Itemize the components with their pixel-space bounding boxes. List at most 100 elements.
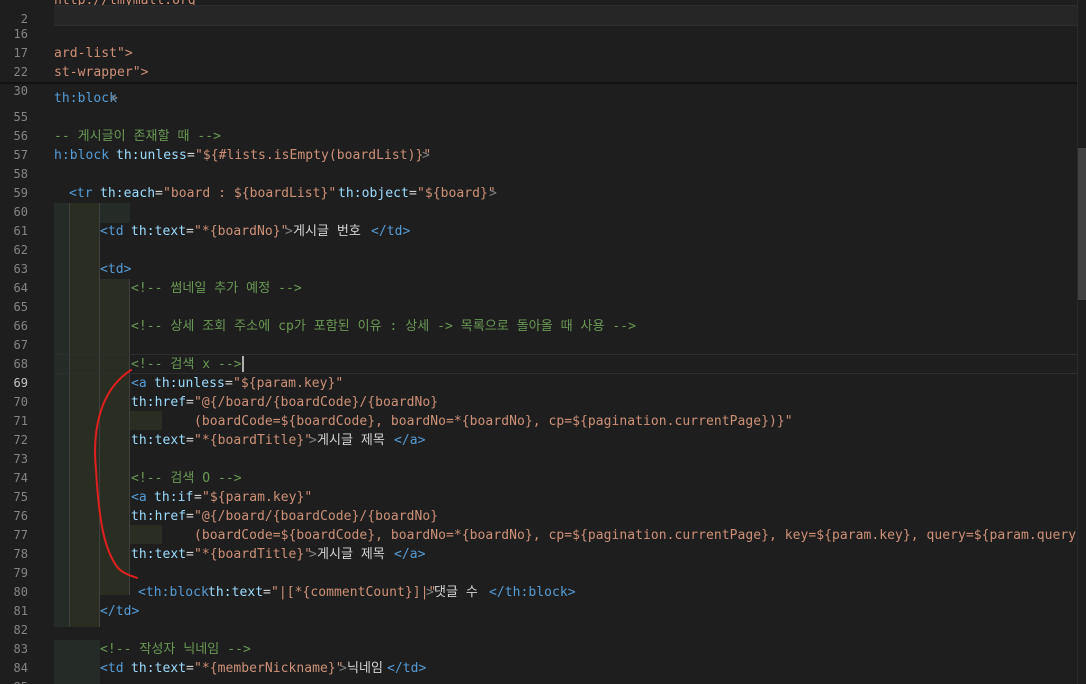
- code-token: =: [263, 585, 271, 600]
- code-string: st-wrapper">: [54, 65, 149, 80]
- code-attribute: th:href: [131, 395, 187, 410]
- code-string: "*{boardTitle}": [194, 547, 313, 562]
- code-attribute: th:if: [154, 490, 194, 505]
- code-text: 닉네임: [347, 661, 384, 676]
- code-line[interactable]: 70 <a th:unless = "${param.key}": [0, 374, 1086, 409]
- code-line[interactable]: 84 <!-- 작성자 닉네임 -->: [0, 640, 1086, 675]
- code-line[interactable]: 74: [0, 450, 1086, 485]
- code-line[interactable]: 82 </td>: [0, 602, 1086, 637]
- sticky-shadow: [0, 82, 1086, 85]
- code-text: 댓글 수: [434, 585, 478, 600]
- code-token: </a>: [394, 547, 426, 562]
- code-token: =: [186, 224, 194, 239]
- code-line[interactable]: 64 <td>: [0, 260, 1086, 295]
- code-attribute: th:unless: [116, 148, 187, 163]
- code-token: <tr: [69, 186, 93, 201]
- code-line[interactable]: 65 <!-- 썸네일 추가 예정 -->: [0, 279, 1086, 314]
- code-token: =: [187, 148, 195, 163]
- code-line[interactable]: 67 <!-- 상세 조회 주소에 cp가 포함된 이유 : 상세 -> 목록으…: [0, 317, 1086, 352]
- code-line[interactable]: 59: [0, 165, 1086, 200]
- code-token: =: [194, 490, 202, 505]
- code-comment: <!-- 썸네일 추가 예정 -->: [131, 281, 302, 296]
- code-comment: <!-- 작성자 닉네임 -->: [100, 642, 251, 657]
- code-attribute: th:unless: [154, 376, 225, 391]
- code-text: 게시글 번호: [293, 224, 361, 239]
- text-cursor: [242, 356, 244, 372]
- code-line[interactable]: 60 <tr th:each = "board : ${boardList}" …: [0, 184, 1086, 219]
- scrollbar-thumb[interactable]: [1078, 148, 1086, 300]
- code-token: <td>: [100, 262, 132, 277]
- code-token: <td: [100, 661, 124, 676]
- code-token: =: [409, 186, 417, 201]
- code-line[interactable]: 78 (boardCode=${boardCode}, boardNo=*{bo…: [0, 526, 1086, 561]
- code-line[interactable]: 56: [0, 108, 1086, 143]
- code-string: "${param.key}": [202, 490, 313, 505]
- code-text: 게시글 제목: [317, 547, 385, 562]
- code-line[interactable]: 80: [0, 564, 1086, 599]
- code-line[interactable]: 76 <a th:if = "${param.key}": [0, 488, 1086, 523]
- code-token: =: [225, 376, 233, 391]
- code-token: >: [489, 186, 497, 201]
- code-line[interactable]: 66: [0, 298, 1086, 333]
- code-line[interactable]: 71 th:href = "@{/board/{boardCode}/{boar…: [0, 393, 1086, 428]
- code-token: <a: [131, 376, 147, 391]
- code-line[interactable]: 77 th:href = "@{/board/{boardCode}/{boar…: [0, 507, 1086, 542]
- code-token: </a>: [394, 433, 426, 448]
- sticky-line[interactable]: 22 ard-list">: [0, 44, 1086, 79]
- code-token: =: [155, 186, 163, 201]
- sticky-scroll-header[interactable]: 2 http://tmymall.org 16 17 22 ard-list">…: [0, 0, 1086, 98]
- code-line[interactable]: 57 -- 게시글이 존재할 때 -->: [0, 127, 1086, 162]
- code-string: (boardCode=${boardCode}, boardNo=*{board…: [194, 528, 1086, 543]
- code-token: >: [422, 148, 430, 163]
- line-number: 85: [0, 678, 28, 684]
- code-token: </th:block>: [489, 585, 576, 600]
- code-token: >: [309, 433, 317, 448]
- code-attribute: th:href: [131, 509, 187, 524]
- code-string: "${board}": [417, 186, 496, 201]
- code-token: </td>: [371, 224, 411, 239]
- code-line[interactable]: 79 th:text = "*{boardTitle}" > 게시글 제목 </…: [0, 545, 1086, 580]
- code-token: >: [426, 585, 434, 600]
- sticky-line[interactable]: 30 st-wrapper">: [0, 63, 1086, 98]
- code-line-active[interactable]: 69 <!-- 검색 x -->: [0, 355, 1086, 390]
- code-line[interactable]: 83: [0, 621, 1086, 656]
- code-line[interactable]: 68: [0, 336, 1086, 371]
- sticky-line[interactable]: 17: [0, 25, 1086, 60]
- code-editor[interactable]: 55 th:block > 56 57 -- 게시글이 존재할 때 --> 58…: [0, 0, 1086, 684]
- code-string: "*{boardNo}": [194, 224, 289, 239]
- code-token: >: [339, 661, 347, 676]
- code-token: >: [309, 547, 317, 562]
- code-line[interactable]: 62 <td th:text = "*{boardNo}" > 게시글 번호 <…: [0, 222, 1086, 257]
- code-line[interactable]: 81 <th:block th:text = "|[*{commentCount…: [0, 583, 1086, 618]
- code-string: "|[*{commentCount}]|": [271, 585, 437, 600]
- code-token: th:block: [54, 91, 118, 106]
- code-comment: -- 게시글이 존재할 때 -->: [54, 129, 221, 144]
- code-text: 게시글 제목: [317, 433, 385, 448]
- sticky-line[interactable]: 16: [0, 6, 1086, 41]
- code-line[interactable]: 63: [0, 241, 1086, 276]
- code-attribute: th:text: [131, 433, 187, 448]
- code-attribute: th:text: [208, 585, 264, 600]
- code-line[interactable]: 72 (boardCode=${boardCode}, boardNo=*{bo…: [0, 412, 1086, 447]
- code-comment: <!-- 상세 조회 주소에 cp가 포함된 이유 : 상세 -> 목록으로 돌…: [131, 319, 637, 334]
- code-line[interactable]: 55 th:block >: [0, 89, 1086, 124]
- code-token: <a: [131, 490, 147, 505]
- code-string: "${param.key}": [233, 376, 344, 391]
- code-attribute: th:text: [131, 224, 187, 239]
- code-line[interactable]: 58 h:block th:unless = "${#lists.isEmpty…: [0, 146, 1086, 181]
- code-token: <th:block: [138, 585, 209, 600]
- code-token: =: [186, 509, 194, 524]
- vertical-scrollbar[interactable]: [1077, 0, 1086, 684]
- code-string: "${#lists.isEmpty(boardList)}": [195, 148, 432, 163]
- code-token: =: [186, 395, 194, 410]
- code-token: =: [186, 547, 194, 562]
- code-attribute: th:object: [338, 186, 409, 201]
- code-token: =: [186, 433, 194, 448]
- code-line[interactable]: 73 th:text = "*{boardTitle}" > 게시글 제목 </…: [0, 431, 1086, 466]
- code-line[interactable]: 85 <td th:text = "*{memberNickname}" > 닉…: [0, 659, 1086, 684]
- code-token: >: [285, 224, 293, 239]
- code-line[interactable]: 61: [0, 203, 1086, 238]
- code-line[interactable]: 75 <!-- 검색 O -->: [0, 469, 1086, 504]
- code-attribute: th:each: [100, 186, 156, 201]
- code-string: ard-list">: [54, 46, 133, 61]
